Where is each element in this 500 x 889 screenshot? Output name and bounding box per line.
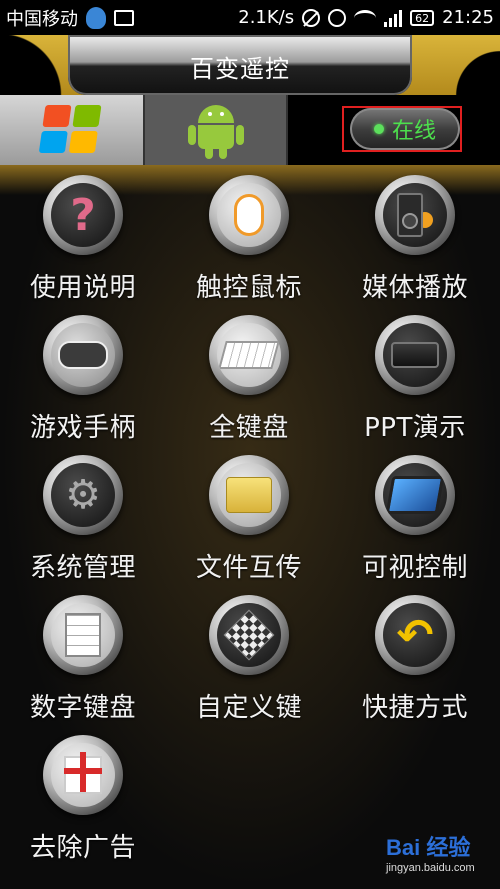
grid-item-custom-keys[interactable]: 自定义键 bbox=[166, 585, 332, 725]
grid-item-shortcut[interactable]: ↶ 快捷方式 bbox=[332, 585, 498, 725]
tablet-icon bbox=[375, 455, 455, 535]
grid-item-media[interactable]: 媒体播放 bbox=[332, 165, 498, 305]
grid-item-file-transfer[interactable]: 文件互传 bbox=[166, 445, 332, 585]
online-status-button[interactable]: 在线 bbox=[350, 108, 460, 150]
grid-item-label: 快捷方式 bbox=[361, 693, 468, 723]
gamepad-icon bbox=[43, 315, 123, 395]
tab-windows[interactable] bbox=[0, 95, 143, 165]
grid-item-label: 全键盘 bbox=[209, 413, 289, 443]
header-right-decoration bbox=[410, 35, 500, 95]
alarm-icon bbox=[328, 8, 347, 27]
app-header: 百变遥控 bbox=[0, 35, 500, 95]
grid-item-label: 自定义键 bbox=[195, 693, 302, 723]
battery-icon: 62 bbox=[410, 9, 435, 26]
carrier-name: 中国移动 bbox=[6, 8, 78, 30]
clock: 21:25 bbox=[442, 7, 494, 28]
folder-icon bbox=[209, 455, 289, 535]
qq-icon bbox=[86, 6, 106, 29]
grid-item-label: 游戏手柄 bbox=[29, 413, 136, 443]
grid-item-label: 数字键盘 bbox=[29, 693, 136, 723]
gears-icon: ⚙ bbox=[43, 455, 123, 535]
mute-icon bbox=[302, 8, 321, 27]
gift-icon bbox=[43, 735, 123, 815]
grid-item-label: 触控鼠标 bbox=[195, 273, 302, 303]
online-dot-icon bbox=[373, 124, 384, 134]
grid-item-system[interactable]: ⚙ 系统管理 bbox=[0, 445, 166, 585]
grid-item-remove-ads[interactable]: 去除广告 bbox=[0, 725, 166, 865]
wifi-icon bbox=[354, 9, 377, 26]
grid-item-label: PPT演示 bbox=[364, 413, 466, 443]
numpad-icon bbox=[43, 595, 123, 675]
signal-icon bbox=[384, 9, 403, 27]
windows-logo-icon bbox=[38, 105, 103, 155]
online-status-label: 在线 bbox=[391, 119, 436, 144]
feature-grid: ? 使用说明 触控鼠标 媒体播放 游戏手柄 全键盘 PPT演示 ⚙ 系统管理 文… bbox=[0, 165, 500, 889]
baidu-watermark: Bai 经验 jingyan.baidu.com bbox=[386, 830, 496, 885]
grid-item-touch-mouse[interactable]: 触控鼠标 bbox=[166, 165, 332, 305]
android-icon bbox=[187, 101, 245, 159]
grid-item-label: 媒体播放 bbox=[361, 273, 468, 303]
media-icon bbox=[375, 175, 455, 255]
grid-item-gamepad[interactable]: 游戏手柄 bbox=[0, 305, 166, 445]
app-title: 百变遥控 bbox=[190, 55, 290, 83]
status-bar: 中国移动 2.1K/s 62 21:25 bbox=[0, 0, 500, 35]
grid-item-label: 去除广告 bbox=[29, 833, 136, 863]
grid-item-keyboard[interactable]: 全键盘 bbox=[166, 305, 332, 445]
grid-item-label: 系统管理 bbox=[29, 553, 136, 583]
image-icon bbox=[114, 9, 134, 26]
header-title-bar: 百变遥控 bbox=[68, 35, 412, 95]
keyboard-icon bbox=[209, 315, 289, 395]
grid-item-help[interactable]: ? 使用说明 bbox=[0, 165, 166, 305]
projector-icon bbox=[375, 315, 455, 395]
shortcut-arrow-icon: ↶ bbox=[375, 595, 455, 675]
cube-icon bbox=[209, 595, 289, 675]
watermark-url: jingyan.baidu.com bbox=[386, 862, 475, 874]
grid-item-label: 可视控制 bbox=[361, 553, 468, 583]
grid-item-visual-control[interactable]: 可视控制 bbox=[332, 445, 498, 585]
grid-item-ppt[interactable]: PPT演示 bbox=[332, 305, 498, 445]
question-icon: ? bbox=[43, 175, 123, 255]
watermark-brand: Bai 经验 bbox=[386, 835, 471, 860]
grid-item-label: 文件互传 bbox=[195, 553, 302, 583]
mouse-icon bbox=[209, 175, 289, 255]
network-speed: 2.1K/s bbox=[238, 7, 295, 28]
grid-item-label: 使用说明 bbox=[29, 273, 136, 303]
grid-item-numpad[interactable]: 数字键盘 bbox=[0, 585, 166, 725]
tab-android[interactable] bbox=[143, 95, 288, 165]
